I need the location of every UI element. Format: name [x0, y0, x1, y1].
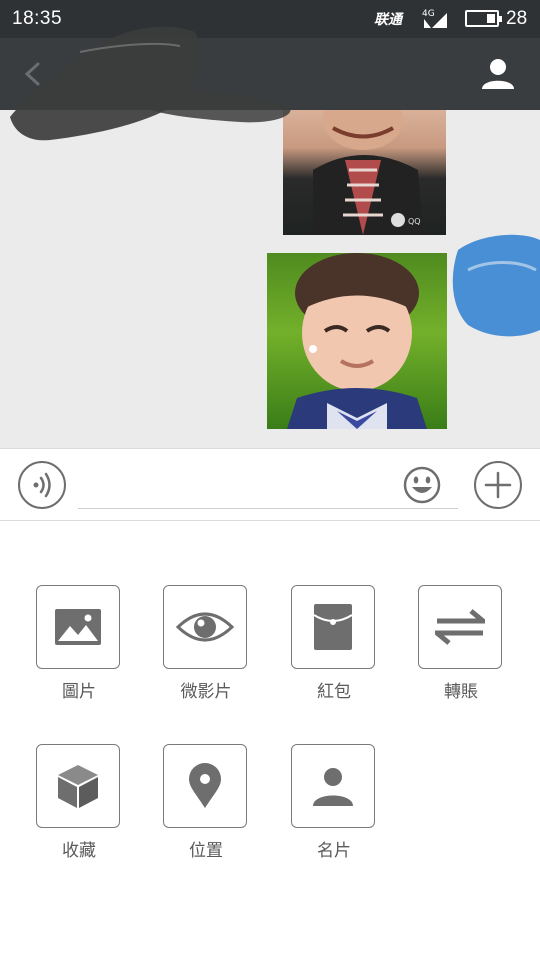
tile-contact-card[interactable]: 名片 [291, 744, 377, 861]
tile-location[interactable]: 位置 [163, 744, 249, 861]
svg-text:QQ: QQ [408, 217, 421, 226]
battery-level: 28 [506, 8, 528, 29]
tile-label-red-envelope: 紅包 [317, 682, 351, 702]
message-input[interactable] [78, 463, 458, 509]
contact-card-icon [313, 768, 353, 806]
message-image-2[interactable] [267, 253, 447, 429]
tile-label-transfer: 轉賬 [444, 682, 478, 702]
chat-screen: 18:35 联通 4G 28 QQ 圖片 微影片 紅包 轉賬 收藏 位置 名片 [0, 0, 540, 960]
tile-label-location: 位置 [189, 841, 223, 861]
tile-image[interactable]: 圖片 [36, 585, 122, 702]
brush-decoration [10, 26, 291, 141]
network-signal-icon: 4G [422, 9, 447, 28]
blue-brush-decoration [452, 234, 540, 337]
person-icon[interactable] [480, 56, 516, 92]
voice-icon [33, 472, 51, 498]
tile-favorites[interactable]: 收藏 [36, 744, 122, 861]
carrier-label: 联通 [374, 11, 402, 27]
location-pin-icon [189, 763, 221, 808]
tile-label-image: 圖片 [62, 682, 96, 702]
svg-text:4G: 4G [422, 9, 435, 19]
message-input-bar [0, 448, 540, 521]
plus-icon [484, 471, 512, 499]
tile-red-envelope[interactable]: 紅包 [291, 585, 377, 702]
tile-label-contact-card: 名片 [317, 841, 351, 861]
function-panel: 圖片 微影片 紅包 轉賬 收藏 位置 名片 [0, 521, 540, 960]
transfer-icon [435, 609, 485, 645]
eye-icon [176, 612, 234, 642]
tile-label-favorites: 收藏 [62, 841, 96, 861]
voice-button[interactable] [18, 461, 66, 509]
emoji-icon[interactable] [403, 466, 441, 504]
tile-micro-video[interactable]: 微影片 [163, 585, 249, 702]
cube-icon [58, 765, 98, 808]
tile-transfer[interactable]: 轉賬 [418, 585, 504, 702]
battery-icon [465, 10, 502, 27]
image-icon [55, 609, 101, 645]
chat-messages[interactable]: QQ [0, 110, 540, 448]
red-envelope-icon [313, 604, 353, 650]
more-options-button[interactable] [474, 461, 522, 509]
tile-label-micro-video: 微影片 [180, 682, 232, 702]
